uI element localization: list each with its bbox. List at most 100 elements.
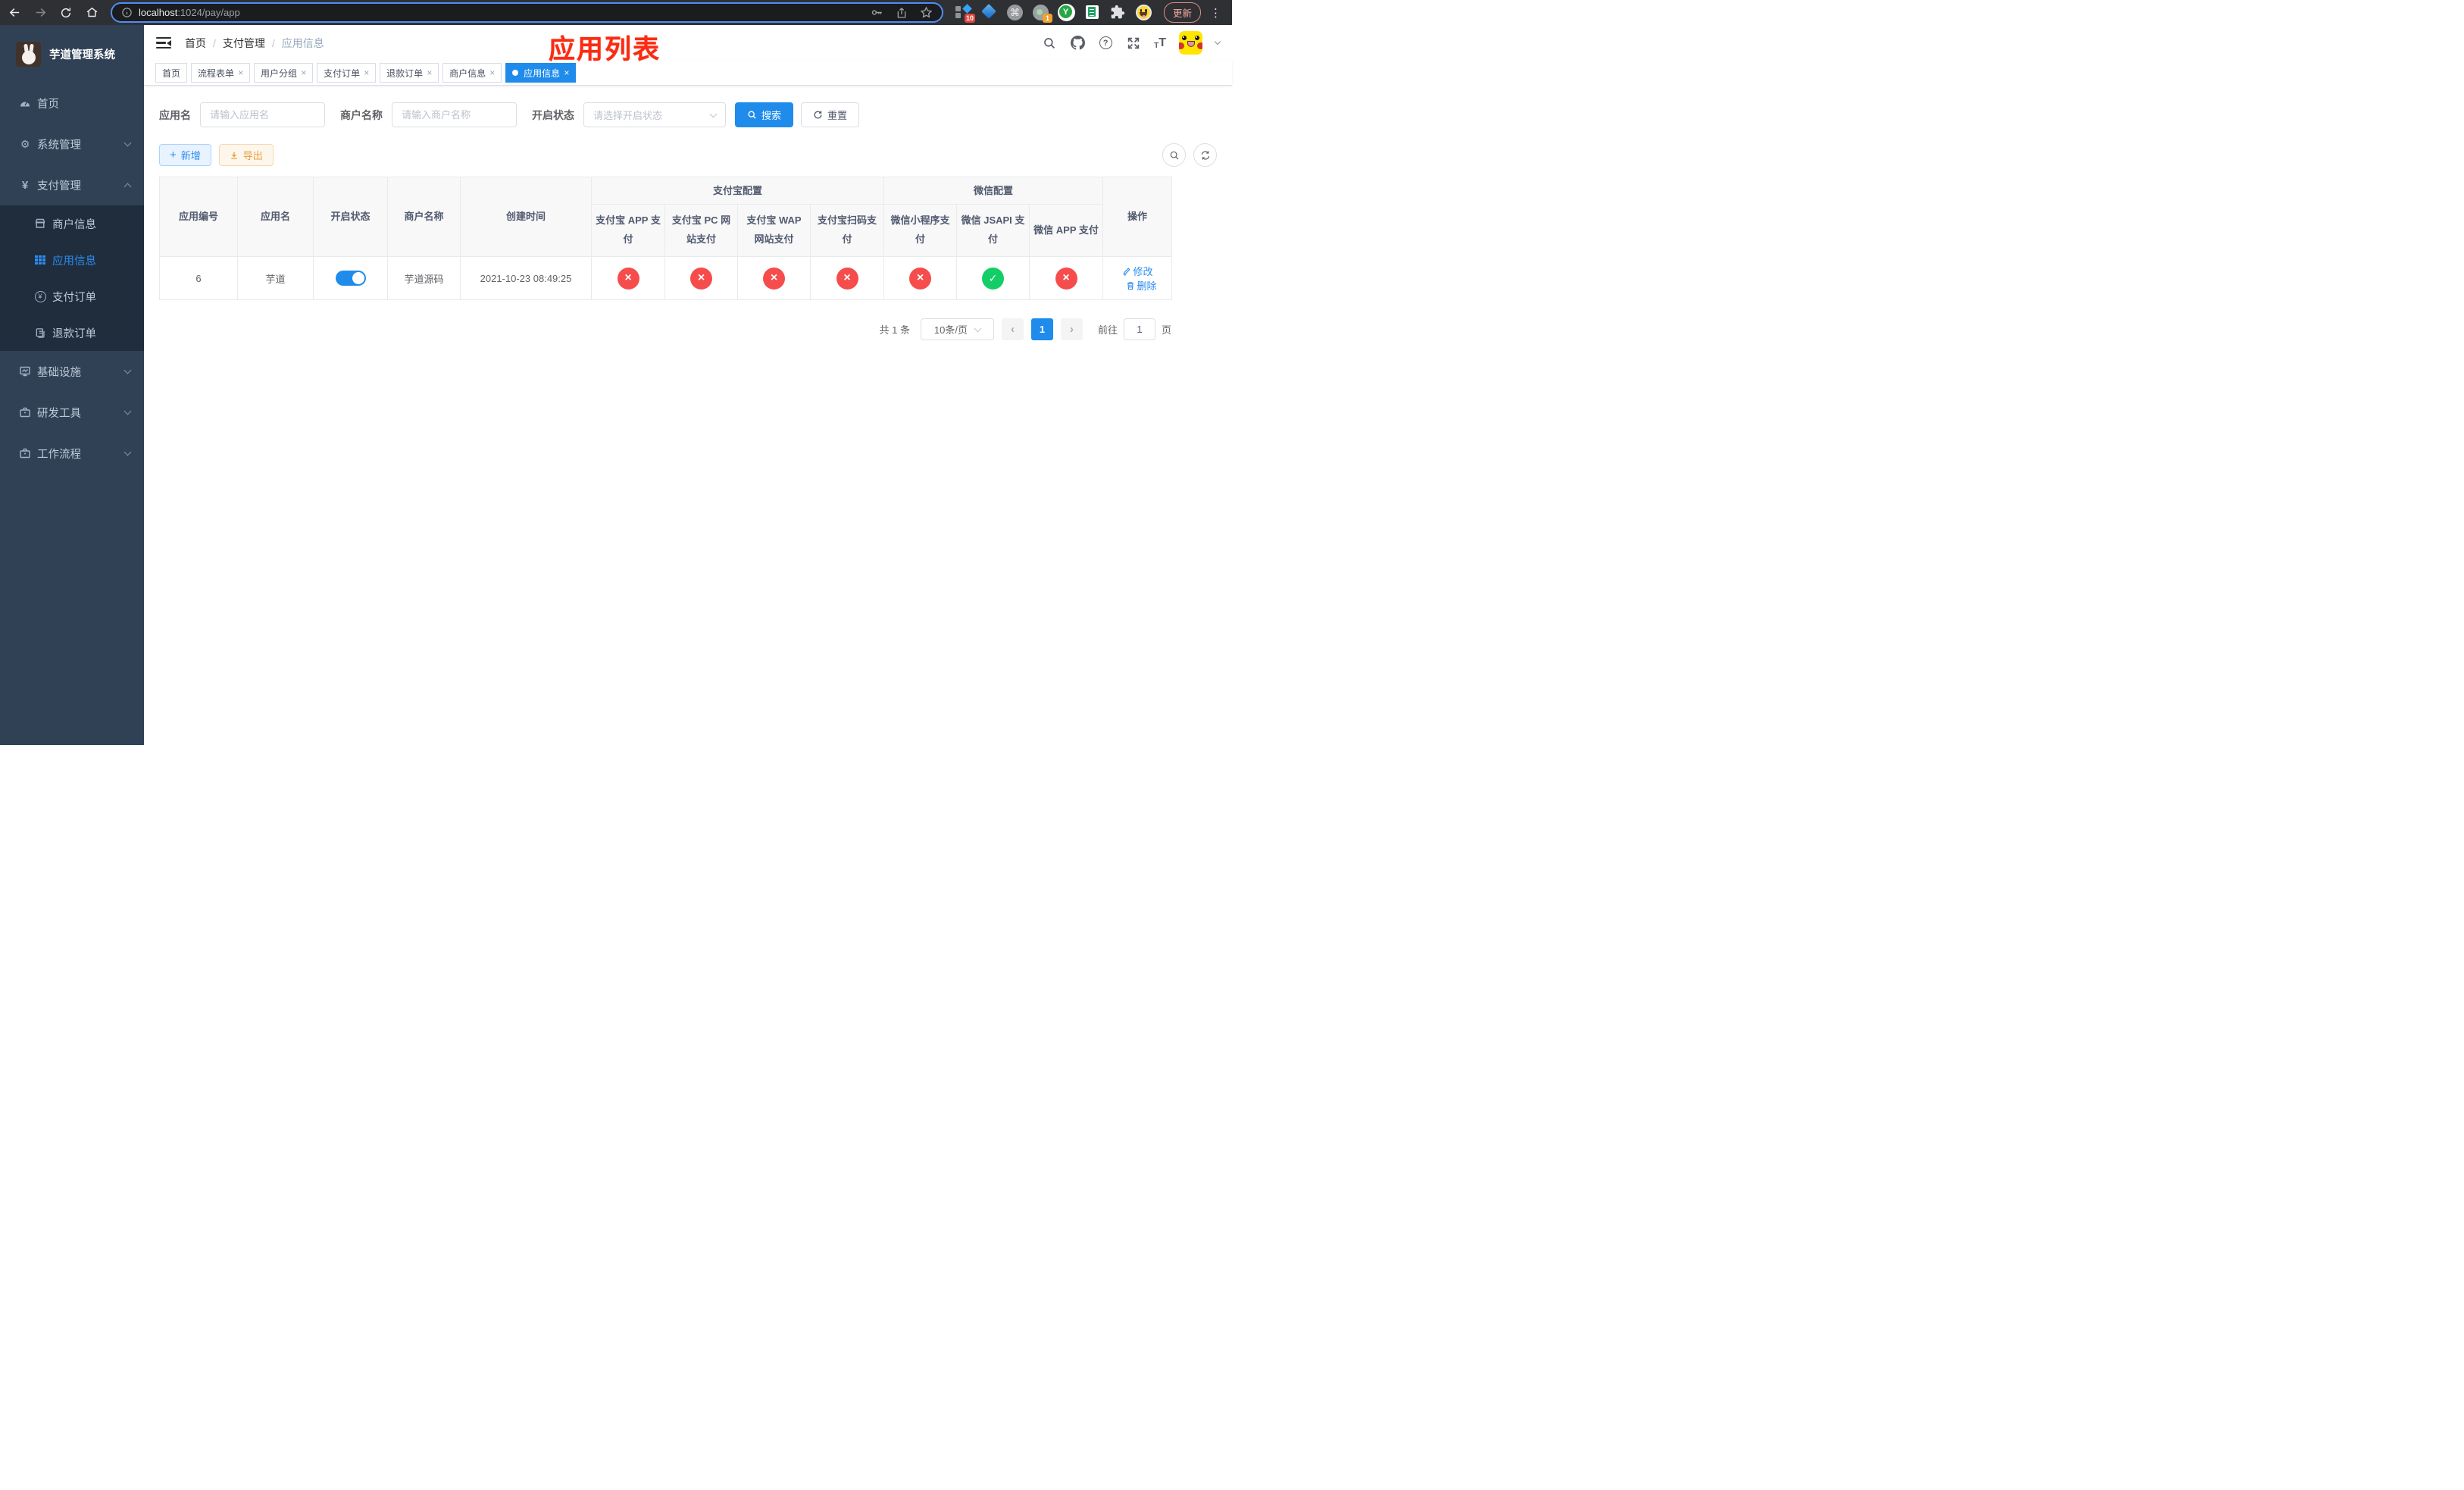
refresh-button[interactable] [1193,143,1217,167]
logo-rabbit-image [16,41,41,67]
tag-home[interactable]: 首页 [155,63,188,83]
app-logo[interactable]: 芋道管理系统 [0,25,144,83]
breadcrumb-payment[interactable]: 支付管理 [223,36,265,51]
edit-link[interactable]: 修改 [1122,264,1153,278]
browser-menu-icon[interactable] [1207,6,1224,20]
status-select[interactable]: 请选择开启状态 [583,102,726,127]
sidebar-item-workflow[interactable]: 工作流程 [0,433,144,474]
blocks-extension-icon[interactable]: 10 [955,4,975,23]
close-icon[interactable] [564,68,569,77]
command-extension-icon[interactable]: ⌘ [1006,5,1023,20]
search-button-label: 搜索 [761,110,782,121]
kite-extension-icon[interactable] [981,4,997,20]
goto-page-input[interactable] [1123,318,1155,340]
extensions-strip: 10 ⌘ 1 Y [955,4,1152,23]
github-icon[interactable] [1070,36,1085,51]
close-icon[interactable] [364,68,369,77]
sidebar-item-dev-tools[interactable]: 研发工具 [0,392,144,433]
breadcrumb: 首页 / 支付管理 / 应用信息 [185,36,324,51]
password-key-icon[interactable] [871,6,883,19]
toggle-search-button[interactable] [1162,143,1186,167]
sidebar-item-infrastructure[interactable]: 基础设施 [0,351,144,392]
browser-toolbar: localhost:1024/pay/app 10 ⌘ 1 Y 更新 ⋮ [0,0,1232,25]
site-info-icon[interactable] [121,7,133,18]
sidebar-item-app-info[interactable]: 应用信息 [0,242,144,278]
top-navbar: 首页 / 支付管理 / 应用信息 应用列表 ? TT [144,25,1232,64]
status-toggle[interactable] [335,271,366,286]
close-icon[interactable] [489,68,495,77]
browser-nav [8,6,98,20]
forward-icon[interactable] [33,6,47,20]
close-icon[interactable] [301,68,306,77]
pagination: 共 1 条 10条/页 ‹ 1 › 前往 页 [159,318,1171,340]
bookmark-star-icon[interactable] [920,6,933,19]
avatar-caret-icon[interactable] [1214,38,1221,45]
browser-update-button[interactable]: 更新 [1163,2,1201,23]
help-icon[interactable]: ? [1098,36,1113,51]
page-number-button[interactable]: 1 [1030,318,1053,340]
recorder-extension-icon[interactable]: 1 [1032,5,1052,23]
alipay-wap-disabled-icon [763,267,785,290]
add-button[interactable]: 新增 [159,144,211,166]
breadcrumb-home[interactable]: 首页 [185,36,206,51]
merchant-name-input[interactable] [392,102,517,127]
tag-process-form[interactable]: 流程表单 [191,63,251,83]
tag-merchant-info[interactable]: 商户信息 [442,63,502,83]
next-page-button[interactable]: › [1060,318,1083,340]
table-row: 6 芋道 芋道源码 2021-10-23 08:49:25 × × × × × … [159,256,1173,300]
tag-user-group[interactable]: 用户分组 [254,63,314,83]
reset-button[interactable]: 重置 [801,102,860,127]
sidebar-item-system[interactable]: ⚙ 系统管理 [0,124,144,164]
sidebar-item-label: 支付订单 [52,291,96,304]
sidebar-item-label: 商户信息 [52,218,96,231]
reload-icon[interactable] [59,6,73,20]
search-button[interactable]: 搜索 [735,102,794,127]
chevron-down-icon [124,366,132,374]
share-icon[interactable] [896,7,908,19]
app-name-input[interactable] [200,102,325,127]
sidebar-item-label: 系统管理 [37,139,81,152]
fullscreen-icon[interactable] [1126,36,1141,51]
close-icon[interactable] [427,68,432,77]
export-button[interactable]: 导出 [218,144,274,166]
col-ops: 操作 [1102,177,1173,257]
back-icon[interactable] [8,6,21,20]
tag-pay-order[interactable]: 支付订单 [317,63,377,83]
sidebar-item-home[interactable]: 首页 [0,83,144,124]
puzzle-extension-icon[interactable] [1110,5,1126,20]
address-bar[interactable]: localhost:1024/pay/app [111,2,943,23]
table-toolbar: 新增 导出 [159,143,1217,167]
close-icon[interactable] [238,68,243,77]
chevron-down-icon [124,448,132,456]
sidebar-item-merchant-info[interactable]: 商户信息 [0,205,144,242]
breadcrumb-separator: / [271,36,275,49]
extension-badge: 10 [964,14,975,23]
sidebar-item-label: 支付管理 [37,180,81,193]
url-path: :1024/pay/app [177,7,240,18]
page-size-value: 10条/页 [933,324,968,336]
tag-refund-order[interactable]: 退款订单 [380,63,439,83]
notes-extension-icon[interactable] [1084,5,1100,20]
col-wx-app: 微信 APP 支付 [1029,204,1104,257]
delete-link[interactable]: 删除 [1126,278,1157,293]
sidebar-item-payment[interactable]: ¥ 支付管理 [0,164,144,205]
sidebar-item-refund-order[interactable]: 退款订单 [0,315,144,351]
font-size-icon[interactable]: TT [1154,36,1166,50]
y-extension-icon[interactable]: Y [1057,4,1075,21]
pagination-total: 共 1 条 [879,324,910,336]
page-size-select[interactable]: 10条/页 [920,318,994,340]
extension-badge: 1 [1042,14,1052,23]
prev-page-button[interactable]: ‹ [1001,318,1024,340]
chevron-up-icon [124,183,132,190]
tags-view-bar: 首页 流程表单 用户分组 支付订单 退款订单 商户信息 应用信息 [144,61,1232,86]
user-avatar[interactable] [1179,31,1202,55]
search-icon[interactable] [1042,36,1057,51]
sidebar-item-pay-order[interactable]: ¥ 支付订单 [0,278,144,315]
sidebar-collapse-icon[interactable] [156,36,171,49]
emoji-extension-icon[interactable] [1135,5,1152,20]
chevron-down-icon [124,139,132,147]
home-icon[interactable] [85,6,98,20]
wx-mini-disabled-icon [909,267,932,290]
alipay-pc-disabled-icon [690,267,712,290]
sidebar-item-label: 应用信息 [52,255,96,268]
